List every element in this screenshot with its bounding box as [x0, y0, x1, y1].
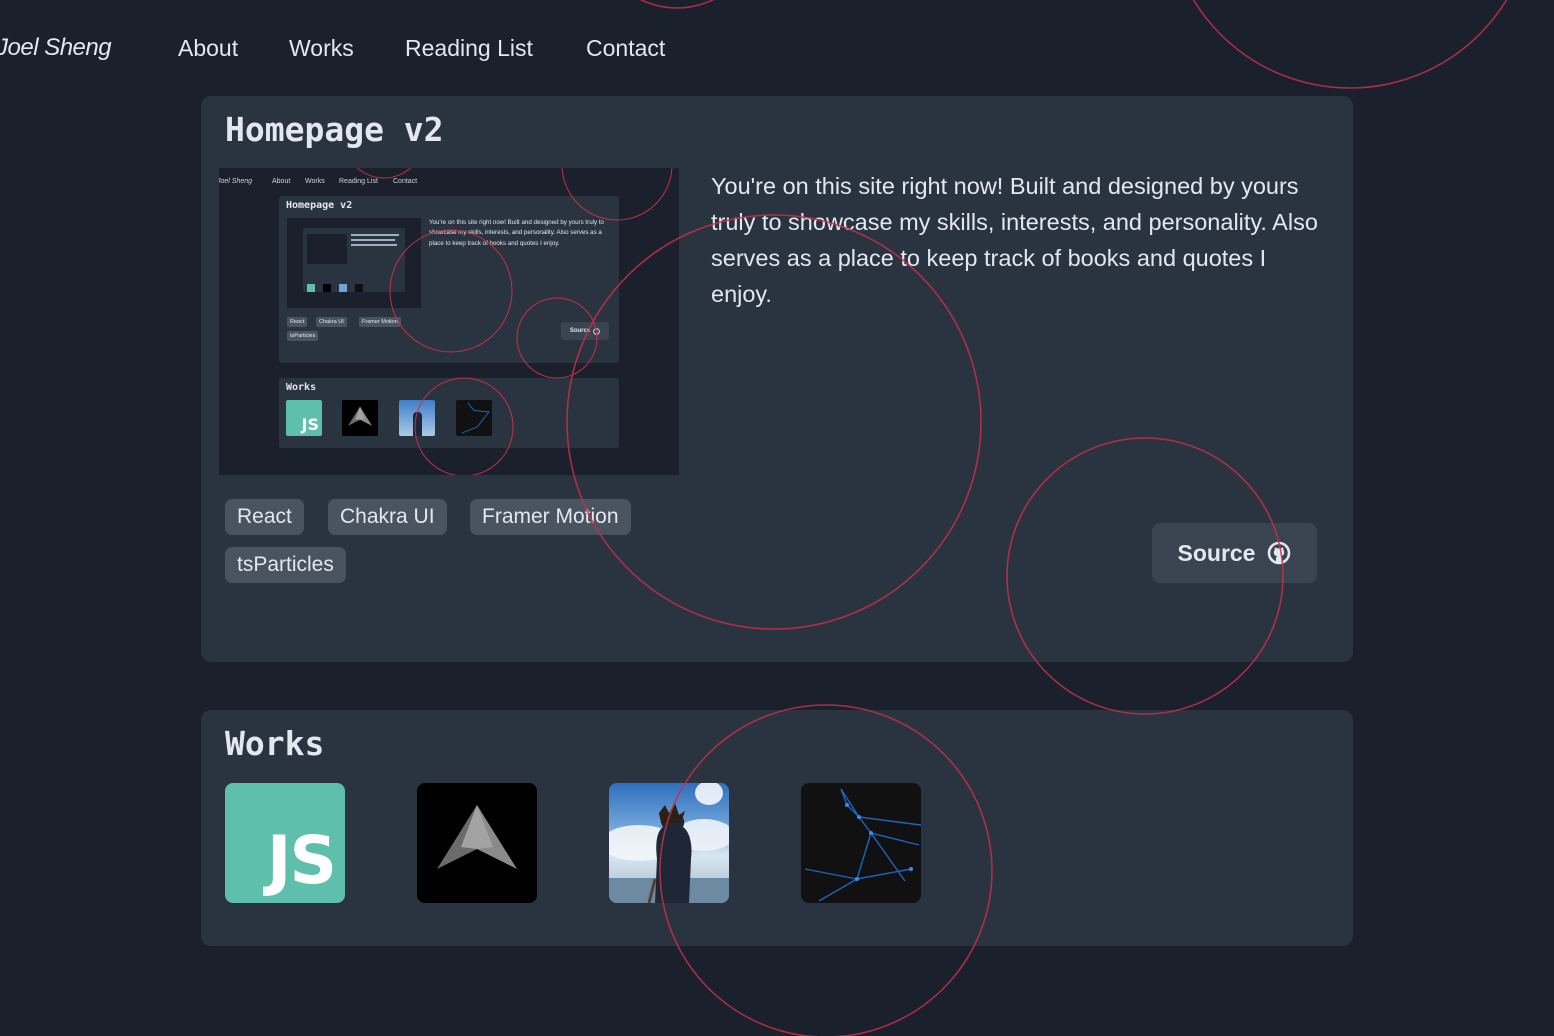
tag-react: React [225, 499, 304, 535]
works-card: Works JS [201, 710, 1353, 946]
preview-particle-rings [356, 168, 673, 475]
tag-tsparticles: tsParticles [225, 547, 346, 583]
tag-framer-motion: Framer Motion [470, 499, 631, 535]
nav-link-about[interactable]: About [178, 35, 238, 62]
paper-plane-work-thumbnail[interactable] [417, 783, 537, 903]
network-lines-image [804, 788, 921, 902]
works-title: Works [225, 724, 325, 763]
project-card: Homepage v2 Joel Sheng About Works Readi… [201, 96, 1353, 662]
source-button[interactable]: Source [1152, 523, 1317, 583]
js-logo-text: JS [266, 822, 337, 899]
tag-chakra-ui: Chakra UI [328, 499, 447, 535]
project-description: You're on this site right now! Built and… [711, 173, 1318, 307]
site-logo[interactable]: Joel Sheng [0, 34, 112, 62]
project-preview-image: Joel Sheng About Works Reading List Cont… [219, 168, 679, 475]
top-nav: Joel Sheng About Works Reading List Cont… [0, 0, 1554, 96]
source-label: Source [1177, 539, 1256, 566]
anime-sky-work-thumbnail[interactable] [609, 783, 729, 903]
nav-link-works[interactable]: Works [289, 35, 354, 62]
js-work-thumbnail[interactable]: JS [225, 783, 345, 903]
project-title: Homepage v2 [225, 110, 444, 149]
nav-link-contact[interactable]: Contact [586, 35, 665, 62]
network-particles-work-thumbnail[interactable] [801, 783, 921, 903]
paper-plane-icon [437, 805, 517, 869]
nav-link-reading-list[interactable]: Reading List [405, 35, 533, 62]
anime-character-image [609, 783, 729, 903]
github-icon [1268, 541, 1291, 565]
